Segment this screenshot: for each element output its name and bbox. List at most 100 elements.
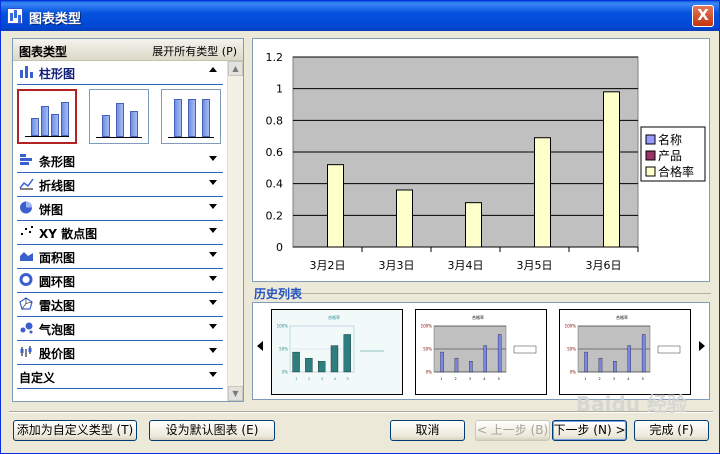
column-subtype-gallery (13, 87, 227, 147)
thumb-bar (613, 361, 617, 373)
legend-entry: 合格率 (658, 164, 694, 179)
chart-category-list: 柱形图 条形图 折线图 饼图 XY 散点图 面积图 圆环图 雷达图 气泡图 股价… (13, 61, 227, 401)
category-label: 气泡图 (39, 323, 76, 337)
category-stock[interactable]: 股价图 (13, 341, 223, 365)
thumb-x-tick: 1 (584, 377, 586, 381)
expand-icon[interactable] (209, 372, 217, 377)
chart-preview-panel: 0 0.2 0.4 0.6 0.8 1 1.2 3月2日 3月3日 3月4日 3月5日 3月6日 名称产… (252, 38, 710, 282)
close-button[interactable]: X (692, 5, 714, 27)
thumb-x-tick: 3 (469, 377, 471, 381)
category-bubble[interactable]: 气泡图 (13, 317, 223, 341)
thumb-bar (483, 345, 487, 373)
vertical-scrollbar[interactable]: ▲ ▼ (227, 61, 243, 401)
expand-icon[interactable] (209, 276, 217, 281)
thumb-title: 合格率 (616, 314, 628, 320)
category-divider (17, 84, 223, 85)
add-custom-type-button[interactable]: 添加为自定义类型 (T) (13, 420, 137, 441)
category-doughnut[interactable]: 圆环图 (13, 269, 223, 293)
expand-icon[interactable] (209, 252, 217, 257)
expand-icon[interactable] (209, 324, 217, 329)
bar (603, 91, 620, 248)
scatter-chart-icon (21, 226, 33, 235)
thumb-tick: 50% (423, 347, 432, 352)
bar (534, 137, 551, 248)
category-custom[interactable]: 自定义 (13, 365, 223, 389)
percent-stacked-column-thumb[interactable] (161, 89, 221, 144)
category-area[interactable]: 面积图 (13, 245, 223, 269)
expand-icon[interactable] (209, 300, 217, 305)
thumb-x-tick: 3 (613, 377, 615, 381)
thumb-tick: 0% (282, 370, 289, 375)
category-pie[interactable]: 饼图 (13, 197, 223, 221)
category-divider (17, 388, 223, 389)
thumb-tick: 0% (570, 370, 577, 375)
bar (396, 189, 413, 248)
cancel-button[interactable]: 取消 (390, 420, 465, 441)
y-tick-label: 1 (276, 83, 283, 96)
history-next-icon[interactable] (699, 341, 705, 351)
expand-icon[interactable] (209, 180, 217, 185)
thumb-x-tick: 1 (440, 377, 442, 381)
thumb-tick: 50% (279, 347, 288, 352)
history-divider (301, 293, 711, 294)
bar (465, 202, 482, 248)
title-bar: 图表类型 X (1, 1, 719, 31)
category-line[interactable]: 折线图 (13, 173, 223, 197)
clustered-column-thumb[interactable] (17, 89, 77, 144)
thumb-title: 合格率 (328, 314, 340, 320)
stacked-column-thumb[interactable] (89, 89, 149, 144)
scroll-down-icon[interactable]: ▼ (228, 386, 243, 401)
thumb-bar (318, 361, 326, 373)
expand-icon[interactable] (209, 204, 217, 209)
legend-swatch (645, 150, 656, 161)
thumb-bar (305, 358, 313, 373)
chart-preview: 0 0.2 0.4 0.6 0.8 1 1.2 3月2日 3月3日 3月4日 3月5日 3月6日 名称产… (266, 51, 706, 272)
expand-all-link[interactable]: 展开所有类型 (P) (152, 43, 237, 59)
legend-entry: 产品 (658, 149, 682, 163)
category-column[interactable]: 柱形图 (13, 61, 223, 85)
chart-type-list-panel: 图表类型 展开所有类型 (P) 柱形图 条形图 折线图 饼图 XY 散点图 面积… (12, 38, 244, 402)
collapse-icon[interactable] (209, 67, 217, 72)
finish-button[interactable]: 完成 (F) (634, 420, 709, 441)
thumb-x-tick: 4 (483, 377, 486, 381)
history-thumb-3[interactable]: 合格率 0% 50% 100% 1 2 3 4 5 (559, 309, 691, 395)
expand-icon[interactable] (209, 156, 217, 161)
chart-app-icon (7, 8, 23, 24)
next-button[interactable]: 下一步 (N) > (552, 420, 627, 441)
expand-icon[interactable] (209, 348, 217, 353)
doughnut-chart-icon (19, 273, 33, 286)
x-tick-label: 3月2日 (310, 259, 346, 272)
bar (327, 164, 344, 248)
set-default-chart-button[interactable]: 设为默认图表 (E) (149, 420, 275, 441)
thumb-x-tick: 2 (454, 377, 456, 381)
y-tick-label: 0.6 (266, 146, 284, 159)
thumb-tick: 100% (421, 324, 433, 329)
thumb-x-tick: 5 (642, 377, 644, 381)
thumb-bar (469, 361, 473, 373)
history-thumb-2[interactable]: 合格率 0% 50% 100% 1 2 3 4 5 (415, 309, 547, 395)
scroll-up-icon[interactable]: ▲ (228, 61, 243, 76)
history-label: 历史列表 (254, 287, 303, 301)
thumb-bar (584, 351, 588, 373)
history-prev-icon[interactable] (257, 341, 263, 351)
window-title: 图表类型 (29, 12, 82, 27)
category-bar[interactable]: 条形图 (13, 149, 223, 173)
thumb-x-tick: 4 (627, 377, 630, 381)
x-tick-label: 3月5日 (517, 259, 553, 272)
category-label: 饼图 (39, 203, 64, 217)
history-thumb-1[interactable]: 合格率 0% 50% 100% 1 2 3 4 5 (271, 309, 403, 395)
category-label: 股价图 (39, 347, 76, 361)
thumb-tick: 50% (567, 347, 576, 352)
category-scatter[interactable]: XY 散点图 (13, 221, 223, 245)
thumb-bar (330, 345, 339, 373)
pie-chart-icon (20, 201, 32, 214)
bar-chart-icon (20, 154, 32, 165)
thumb-legend (513, 345, 537, 354)
back-button[interactable]: < 上一步 (B) (475, 420, 550, 441)
expand-icon[interactable] (209, 228, 217, 233)
category-radar[interactable]: 雷达图 (13, 293, 223, 317)
category-label: 圆环图 (39, 275, 76, 289)
category-label: XY 散点图 (39, 227, 98, 241)
thumb-legend (657, 345, 681, 354)
thumb-x-tick: 4 (334, 377, 337, 381)
